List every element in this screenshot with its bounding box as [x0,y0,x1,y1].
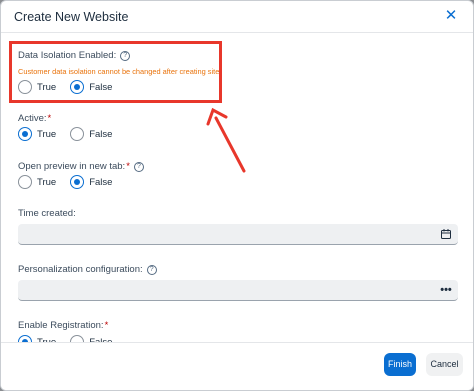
create-website-dialog: Create New Website ✕ Data Isolation Enab… [0,0,474,391]
cancel-button[interactable]: Cancel [426,353,463,376]
finish-button[interactable]: Finish [384,353,416,376]
annotation-arrow [206,107,246,173]
dialog-footer: Finish Cancel [1,342,473,390]
